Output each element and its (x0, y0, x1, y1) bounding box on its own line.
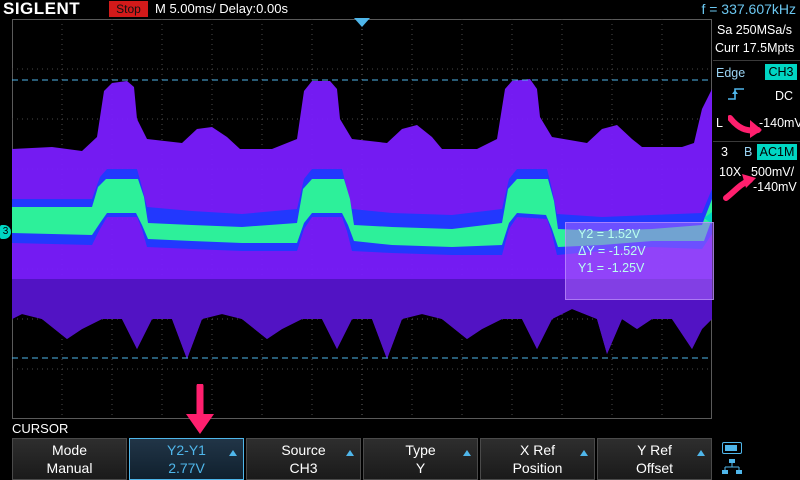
knob-adjust-icon (463, 450, 471, 456)
timebase-readout[interactable]: M 5.00ms/ Delay:0.00s (155, 1, 288, 17)
knob-adjust-icon (697, 450, 705, 456)
channel-coupling-badge: AC1M (757, 144, 797, 160)
trigger-position-marker (354, 18, 370, 27)
vertical-offset: -140mV (753, 180, 797, 194)
trigger-coupling: DC (775, 89, 794, 103)
softkey-label: Source (281, 442, 326, 458)
softkey-value: 2.77V (168, 460, 205, 476)
frequency-readout: f = 337.607kHz (701, 1, 796, 17)
bandwidth-limit-indicator: B (744, 145, 753, 159)
softkey-mode[interactable]: Mode Manual (12, 438, 127, 480)
sample-rate: Sa 250MSa/s (717, 23, 793, 37)
cursor-y1-value: Y1 = -1.25V (578, 261, 645, 275)
channel3-offset-marker[interactable]: 3 (0, 225, 11, 239)
annotation-arrow-trigger-level (728, 115, 762, 138)
trigger-level: -140mV (759, 116, 800, 130)
trigger-source-badge: CH3 (765, 64, 797, 80)
knob-adjust-icon (346, 450, 354, 456)
info-panel: Sa 250MSa/s Curr 17.5Mpts Edge CH3 DC L … (713, 19, 800, 411)
cursor-y2-value: Y2 = 1.52V (578, 227, 641, 241)
knob-adjust-icon (229, 450, 237, 456)
network-icon (722, 459, 742, 474)
cursor-delta-y-value: ΔY = -1.52V (578, 244, 646, 258)
annotation-arrow-softkey (186, 384, 214, 434)
annotation-arrow-channel-offset (723, 174, 756, 201)
top-status-bar: SIGLENT Stop M 5.00ms/ Delay:0.00s f = 3… (0, 0, 800, 19)
softkey-label: Type (405, 442, 436, 458)
rising-edge-icon (728, 88, 744, 100)
waveform-display[interactable] (12, 19, 712, 419)
softkey-value: Offset (635, 460, 674, 476)
run-status-badge[interactable]: Stop (109, 1, 148, 17)
cursor-readout-box: Y2 = 1.52V ΔY = -1.52V Y1 = -1.25V (565, 222, 714, 300)
channel-number: 3 (721, 145, 728, 159)
softkey-value: Y (415, 460, 426, 476)
battery-icon (722, 442, 742, 454)
system-icons (716, 438, 746, 480)
softkey-source[interactable]: Source CH3 (246, 438, 361, 480)
memory-depth: Curr 17.5Mpts (715, 41, 795, 55)
softkey-value: CH3 (289, 460, 318, 476)
knob-adjust-icon (580, 450, 588, 456)
softkey-y-ref[interactable]: Y Ref Offset (597, 438, 712, 480)
softkey-bar: Mode Manual Y2-Y1 2.77V Source CH3 Type … (12, 438, 712, 480)
menu-title: CURSOR (12, 421, 69, 436)
softkey-value: Manual (46, 460, 93, 476)
softkey-label: Y Ref (637, 442, 672, 458)
softkey-label: Mode (51, 442, 88, 458)
softkey-y2-y1[interactable]: Y2-Y1 2.77V (129, 438, 244, 480)
softkey-label: X Ref (519, 442, 555, 458)
brand-logo: SIGLENT (3, 0, 81, 18)
softkey-x-ref[interactable]: X Ref Position (480, 438, 595, 480)
trigger-type: Edge (716, 66, 746, 80)
softkey-type[interactable]: Type Y (363, 438, 478, 480)
trigger-level-label: L (716, 116, 723, 130)
softkey-value: Position (512, 460, 563, 476)
softkey-label: Y2-Y1 (167, 442, 206, 458)
